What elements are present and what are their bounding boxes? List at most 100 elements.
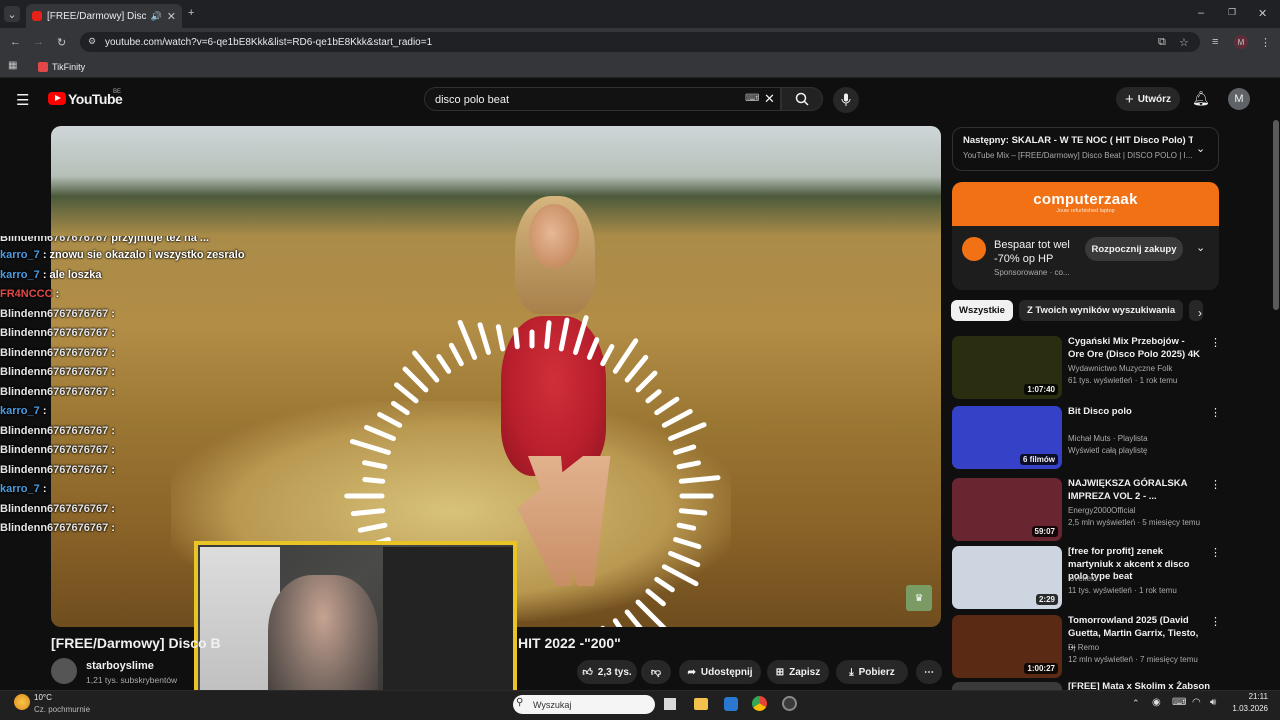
rec-menu-icon[interactable]: ⋮ bbox=[1210, 615, 1221, 628]
rec-channel[interactable]: lovekelo bbox=[1068, 574, 1097, 583]
speaker-icon[interactable]: 🔊 bbox=[151, 11, 162, 22]
bookmark-tikfinity[interactable]: TikFinity bbox=[52, 62, 85, 72]
chat-message: Blindenn6767676767 : bbox=[0, 461, 300, 481]
recommended-video[interactable]: 2:29 [free for profit] zenek martyniuk x … bbox=[952, 546, 1232, 610]
video-subject-face bbox=[529, 204, 579, 268]
voice-search-button[interactable] bbox=[833, 87, 859, 113]
tray-app-icon[interactable]: ◉ bbox=[1152, 697, 1161, 708]
rec-meta: Wyświetl całą playlistę bbox=[1068, 446, 1148, 455]
recommended-video[interactable]: 59:07 NAJWIĘKSZA GÓRALSKA IMPREZA VOL 2 -… bbox=[952, 478, 1232, 542]
volume-icon[interactable]: 🔊︎ bbox=[1210, 697, 1216, 708]
dislike-button[interactable]: 👎︎ bbox=[641, 660, 671, 684]
task-view-icon[interactable] bbox=[664, 698, 676, 710]
save-icon: ⊞ bbox=[775, 666, 785, 678]
chat-username: Blindenn6767676767 bbox=[0, 385, 109, 398]
menu-dots-icon[interactable]: ⋮ bbox=[1260, 36, 1271, 49]
download-button[interactable]: ⤓ Pobierz bbox=[836, 660, 908, 684]
rec-channel[interactable]: Michał Muts · Playlista bbox=[1068, 434, 1148, 443]
page-scrollbar[interactable] bbox=[1272, 80, 1280, 690]
browser-tab[interactable]: [FREE/Darmowy] Disco Beat 🔊 ✕ bbox=[26, 4, 182, 28]
taskbar-search[interactable]: Wyszukaj bbox=[513, 695, 655, 714]
apps-grid-icon[interactable]: ▦ bbox=[8, 60, 17, 71]
rec-channel[interactable]: Energy2000Official bbox=[1068, 506, 1135, 515]
minimize-icon[interactable]: – bbox=[1198, 7, 1204, 19]
scrollbar-thumb[interactable] bbox=[1273, 120, 1279, 310]
reload-icon[interactable]: ↻ bbox=[57, 36, 66, 49]
maximize-icon[interactable]: ❐ bbox=[1228, 7, 1236, 18]
playlist-icon[interactable]: ≡ bbox=[1212, 36, 1218, 48]
recommended-video[interactable]: 1:00:27 Tomorrowland 2025 (David Guetta, … bbox=[952, 615, 1232, 679]
weather-temp[interactable]: 10°C bbox=[34, 693, 52, 702]
rec-menu-icon[interactable]: ⋮ bbox=[1210, 478, 1221, 491]
create-button[interactable]: + Utwórz bbox=[1116, 87, 1180, 111]
video-thumbnail[interactable]: 1:00:27 bbox=[952, 615, 1062, 678]
wifi-icon[interactable]: ◠ bbox=[1192, 697, 1201, 708]
address-bar[interactable]: youtube.com/watch?v=6-qe1bE8Kkk&list=RD6… bbox=[80, 32, 1200, 52]
bookmark-star-icon[interactable]: ☆ bbox=[1179, 36, 1189, 49]
up-next-panel[interactable]: Następny: SKALAR - W TE NOC ( HIT Disco … bbox=[952, 127, 1219, 171]
ad-cta-button[interactable]: Rozpocznij zakupy bbox=[1085, 237, 1183, 261]
channel-name[interactable]: starboyslime bbox=[86, 660, 154, 672]
more-actions-button[interactable]: ⋯ bbox=[916, 660, 942, 684]
clear-search-icon[interactable]: ✕ bbox=[764, 91, 775, 107]
visualizer-bar bbox=[654, 576, 675, 593]
install-icon[interactable]: ⧉ bbox=[1158, 36, 1166, 49]
store-icon[interactable] bbox=[724, 697, 738, 711]
rec-title[interactable]: Bit Disco polo bbox=[1068, 406, 1200, 419]
recommended-video[interactable]: 6 filmów Bit Disco polo Michał Muts · Play… bbox=[952, 406, 1232, 470]
clock-time[interactable]: 21:11 bbox=[1236, 692, 1268, 701]
rec-menu-icon[interactable]: ⋮ bbox=[1210, 336, 1221, 349]
hamburger-menu-icon[interactable]: ☰ bbox=[16, 91, 29, 109]
chip-all[interactable]: Wszystkie bbox=[951, 300, 1013, 321]
rec-menu-icon[interactable]: ⋮ bbox=[1210, 406, 1221, 419]
video-thumbnail[interactable]: 6 filmów bbox=[952, 406, 1062, 469]
chat-username: Blindenn6767676767 bbox=[0, 463, 109, 476]
visualizer-bar bbox=[362, 477, 386, 484]
search-button[interactable] bbox=[781, 87, 823, 111]
ad-banner[interactable]: computerzaak Jouw refurbished laptop bbox=[952, 182, 1219, 226]
notifications-bell-icon[interactable]: 🔔︎ bbox=[1192, 90, 1210, 107]
tab-title: [FREE/Darmowy] Disco Beat bbox=[47, 10, 146, 22]
channel-avatar[interactable] bbox=[51, 658, 77, 684]
video-thumbnail[interactable]: 1:07:40 bbox=[952, 336, 1062, 399]
rec-title[interactable]: Cygański Mix Przebojów - Ore Ore (Disco … bbox=[1068, 336, 1200, 361]
filter-chips: Wszystkie Z Twoich wyników wyszukiwania bbox=[951, 300, 1221, 322]
share-button[interactable]: ➦ Udostępnij bbox=[679, 660, 761, 684]
site-info-icon[interactable]: ⚙ bbox=[88, 36, 96, 47]
weather-icon[interactable] bbox=[14, 694, 30, 710]
partial-thumbnail[interactable] bbox=[952, 682, 1062, 690]
close-window-icon[interactable]: ✕ bbox=[1258, 7, 1267, 20]
video-thumbnail[interactable]: 59:07 bbox=[952, 478, 1062, 541]
tikfinity-icon bbox=[38, 61, 48, 72]
new-tab-icon[interactable]: + bbox=[188, 7, 194, 19]
chevron-down-icon[interactable]: ⌄ bbox=[1196, 142, 1205, 155]
rec-menu-icon[interactable]: ⋮ bbox=[1210, 546, 1221, 559]
partial-rec-title[interactable]: [FREE] Mata x Skolim x Żabson bbox=[1068, 681, 1210, 690]
tab-close-icon[interactable]: ✕ bbox=[167, 10, 176, 23]
chat-text: : bbox=[111, 444, 115, 456]
back-icon[interactable]: ← bbox=[10, 36, 21, 48]
rec-channel[interactable]: Wydawnictwo Muzyczne Folk bbox=[1068, 364, 1172, 373]
tab-search-icon[interactable]: ⌄ bbox=[4, 6, 20, 22]
file-explorer-icon[interactable] bbox=[694, 698, 708, 710]
forward-icon[interactable]: → bbox=[33, 36, 44, 48]
rec-channel[interactable]: Dj Remo bbox=[1068, 643, 1099, 652]
recommended-video[interactable]: 1:07:40 Cygański Mix Przebojów - Ore Ore … bbox=[952, 336, 1232, 400]
chip-from-search[interactable]: Z Twoich wyników wyszukiwania bbox=[1018, 300, 1184, 321]
tray-chevron-icon[interactable]: ⌃ bbox=[1132, 698, 1140, 709]
network-icon[interactable]: ⌨ bbox=[1172, 697, 1186, 708]
save-button[interactable]: ⊞ Zapisz bbox=[767, 660, 829, 684]
chip-next-chevron-icon[interactable]: › bbox=[1198, 306, 1202, 320]
account-avatar[interactable]: M bbox=[1228, 88, 1250, 110]
logo-play-icon bbox=[55, 95, 61, 101]
search-input[interactable]: disco polo beat bbox=[424, 87, 781, 111]
obs-icon[interactable] bbox=[782, 696, 797, 711]
video-thumbnail[interactable]: 2:29 bbox=[952, 546, 1062, 609]
rec-title[interactable]: NAJWIĘKSZA GÓRALSKA IMPREZA VOL 2 - ... bbox=[1068, 478, 1200, 503]
profile-avatar[interactable]: M bbox=[1234, 35, 1248, 49]
chrome-icon[interactable] bbox=[752, 696, 767, 711]
like-button[interactable]: 👍︎ 2,3 tys. bbox=[577, 660, 637, 684]
keyboard-icon[interactable]: ⌨ bbox=[745, 93, 759, 104]
ad-chevron-down-icon[interactable]: ⌄ bbox=[1196, 241, 1205, 254]
visualizer-bar bbox=[364, 424, 396, 442]
